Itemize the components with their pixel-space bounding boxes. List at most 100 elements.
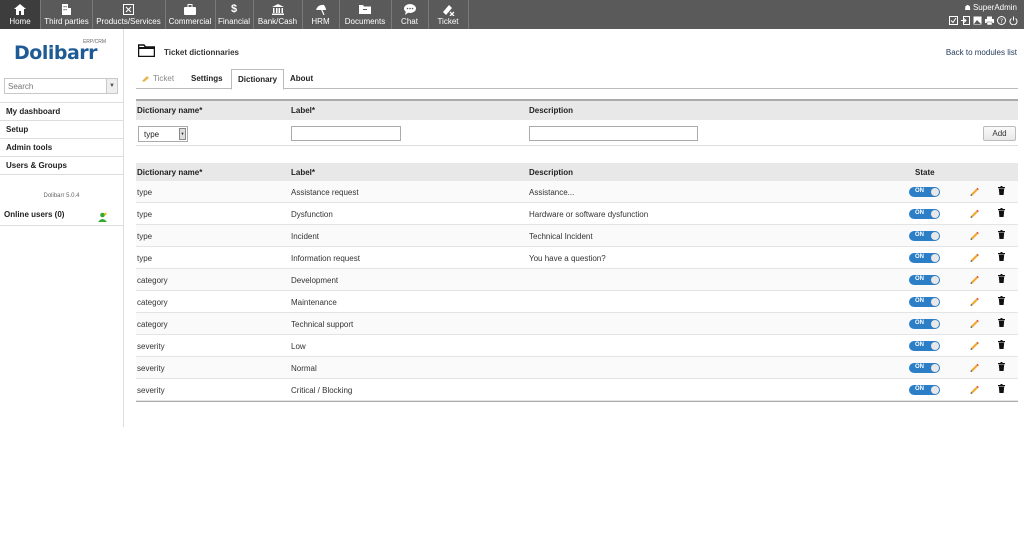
state-toggle[interactable]: ON (909, 363, 940, 373)
add-col-description: Description (529, 106, 574, 115)
trash-icon[interactable] (998, 252, 1005, 261)
svg-text:?: ? (1000, 18, 1003, 25)
table-header: Dictionary name* Label* Description Stat… (136, 163, 1018, 181)
edit-pencil-icon[interactable] (970, 318, 979, 328)
toggle-on-label: ON (915, 320, 924, 326)
table-row: category Maintenance ON (136, 291, 1018, 313)
dolibarr-logo[interactable]: ERP/CRM Dolibarr (14, 39, 106, 64)
menu-third-parties[interactable]: Third parties (41, 0, 92, 29)
online-users: Online users (0) (0, 204, 123, 226)
cube-icon (93, 4, 164, 16)
table-row: severity Critical / Blocking ON (136, 379, 1018, 401)
toggle-on-label: ON (915, 298, 924, 304)
description-input[interactable] (529, 126, 698, 141)
menu-documents[interactable]: Documents (340, 0, 390, 29)
online-users-label: Online users (0) (4, 210, 65, 219)
search-input[interactable] (5, 79, 105, 93)
state-toggle[interactable]: ON (909, 319, 940, 329)
trash-icon[interactable] (998, 318, 1005, 327)
side-item-admin-tools[interactable]: Admin tools (0, 139, 123, 157)
edit-pencil-icon[interactable] (970, 208, 979, 218)
edit-pencil-icon[interactable] (970, 384, 979, 394)
tab-about[interactable]: About (284, 69, 319, 89)
trash-icon[interactable] (998, 208, 1005, 217)
cell-dictionary-name: type (137, 210, 153, 219)
top-menu-bar: Home Third parties Products/Services Com… (0, 0, 1024, 29)
add-col-label: Label* (291, 106, 316, 115)
logo-text: Dolibarr (14, 42, 98, 64)
state-toggle[interactable]: ON (909, 341, 940, 351)
trash-icon[interactable] (998, 186, 1005, 195)
building-icon (41, 4, 92, 16)
trash-icon[interactable] (998, 340, 1005, 349)
toggle-on-label: ON (915, 232, 924, 238)
col-state: State (915, 168, 935, 177)
menu-commercial[interactable]: Commercial (166, 0, 214, 29)
menu-ticket[interactable]: Ticket (429, 0, 467, 29)
toggle-on-label: ON (915, 342, 924, 348)
state-toggle[interactable]: ON (909, 231, 940, 241)
menu-hrm[interactable]: HRM (303, 0, 338, 29)
image-icon[interactable] (973, 16, 982, 25)
add-entry-form: Dictionary name* Label* Description type… (136, 99, 1018, 146)
menu-third-parties-label: Third parties (44, 17, 89, 26)
dictionary-type-select[interactable]: type ▼ (138, 126, 188, 142)
back-to-modules-link[interactable]: Back to modules list (946, 48, 1017, 57)
cell-label: Maintenance (291, 298, 337, 307)
side-item-setup[interactable]: Setup (0, 121, 123, 139)
state-toggle[interactable]: ON (909, 297, 940, 307)
print-icon[interactable] (985, 16, 994, 26)
edit-pencil-icon[interactable] (970, 186, 979, 196)
chevron-down-icon[interactable]: ▼ (106, 79, 117, 93)
tab-ticket-label: Ticket (153, 74, 175, 83)
edit-pencil-icon[interactable] (970, 296, 979, 306)
menu-chat-label: Chat (401, 17, 418, 26)
side-item-users-groups[interactable]: Users & Groups (0, 157, 123, 175)
label-input[interactable] (291, 126, 401, 141)
search-select[interactable]: ▼ (4, 78, 118, 94)
add-button[interactable]: Add (983, 126, 1016, 141)
toggle-knob (931, 342, 939, 350)
trash-icon[interactable] (998, 274, 1005, 283)
logout-icon[interactable] (1009, 16, 1018, 26)
trash-icon[interactable] (998, 384, 1005, 393)
toggle-knob (931, 386, 939, 394)
menu-financial[interactable]: $ Financial (216, 0, 252, 29)
menu-bank-cash[interactable]: Bank/Cash (254, 0, 301, 29)
state-toggle[interactable]: ON (909, 275, 940, 285)
trash-icon[interactable] (998, 362, 1005, 371)
state-toggle[interactable]: ON (909, 187, 940, 197)
menu-financial-label: Financial (217, 17, 250, 26)
tab-dictionary[interactable]: Dictionary (231, 69, 285, 90)
trash-icon[interactable] (998, 230, 1005, 239)
edit-pencil-icon[interactable] (970, 362, 979, 372)
chevron-down-icon: ▼ (179, 128, 186, 140)
edit-pencil-icon[interactable] (970, 252, 979, 262)
menu-products-services[interactable]: Products/Services (93, 0, 164, 29)
online-user-icon (97, 210, 108, 222)
menu-chat[interactable]: Chat (392, 0, 427, 29)
user-name-label: SuperAdmin (972, 3, 1017, 12)
state-toggle[interactable]: ON (909, 253, 940, 263)
state-toggle[interactable]: ON (909, 385, 940, 395)
pencil-icon (142, 70, 150, 82)
toggle-on-label: ON (915, 254, 924, 260)
help-icon[interactable]: ? (997, 16, 1006, 25)
checkbox-icon[interactable] (949, 16, 958, 25)
edit-pencil-icon[interactable] (970, 340, 979, 350)
edit-pencil-icon[interactable] (970, 230, 979, 240)
trash-icon[interactable] (998, 296, 1005, 305)
menu-home[interactable]: Home (0, 0, 40, 29)
cell-dictionary-name: category (137, 298, 168, 307)
edit-pencil-icon[interactable] (970, 274, 979, 284)
state-toggle[interactable]: ON (909, 209, 940, 219)
cell-dictionary-name: severity (137, 342, 165, 351)
user-name[interactable]: ☗ SuperAdmin (964, 3, 1017, 12)
menu-ticket-label: Ticket (437, 17, 459, 26)
cell-dictionary-name: type (137, 232, 153, 241)
menu-documents-label: Documents (344, 17, 386, 26)
tab-settings[interactable]: Settings (185, 69, 229, 89)
login-icon[interactable] (961, 16, 970, 25)
side-item-my-dashboard[interactable]: My dashboard (0, 103, 123, 121)
tab-bar: Ticket Settings Dictionary About (136, 69, 1018, 90)
